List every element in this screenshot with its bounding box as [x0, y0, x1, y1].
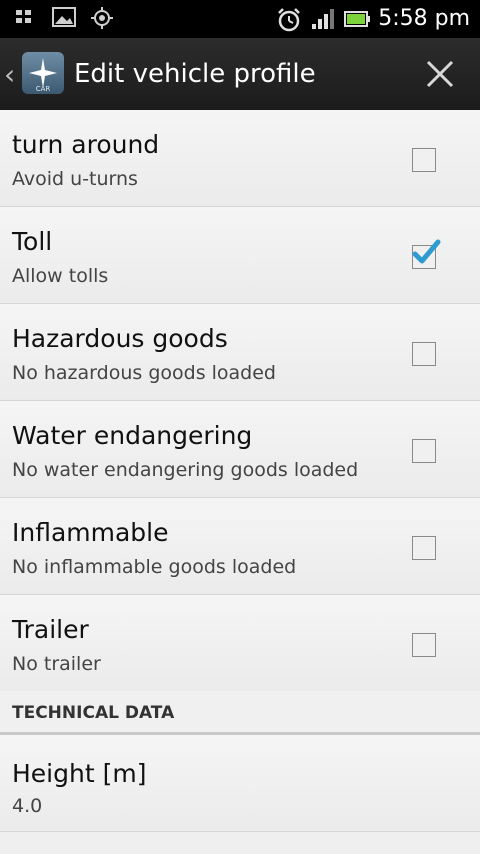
setting-subtitle: Allow tolls [12, 265, 109, 287]
action-bar: ‹ CAR Edit vehicle profile [0, 38, 480, 113]
status-bar: 5:58 pm [0, 0, 480, 38]
section-header-technical-data: TECHNICAL DATA [0, 691, 480, 735]
setting-subtitle: No inflammable goods loaded [12, 556, 297, 578]
status-bar-right: 5:58 pm [276, 4, 470, 34]
setting-row-inflammable[interactable]: Inflammable No inflammable goods loaded [0, 498, 480, 595]
setting-subtitle: No trailer [12, 653, 101, 675]
setting-title: Hazardous goods [12, 324, 228, 353]
checkmark-icon [412, 239, 441, 264]
setting-row-toll[interactable]: Toll Allow tolls [0, 207, 480, 304]
trailer-checkbox[interactable] [412, 633, 436, 657]
hazardous-goods-checkbox[interactable] [412, 342, 436, 366]
setting-title: Water endangering [12, 421, 253, 450]
page-title: Edit vehicle profile [74, 59, 316, 89]
section-label: TECHNICAL DATA [12, 703, 175, 723]
status-bar-left [14, 6, 114, 30]
setting-title: Inflammable [12, 518, 169, 547]
water-endangering-checkbox[interactable] [412, 439, 436, 463]
alarm-icon [276, 7, 301, 32]
close-icon [426, 60, 454, 88]
close-button[interactable] [420, 54, 460, 94]
grid-icon [14, 6, 38, 30]
turn-around-checkbox[interactable] [412, 148, 436, 172]
inflammable-checkbox[interactable] [412, 536, 436, 560]
setting-subtitle: Avoid u-turns [12, 168, 138, 190]
setting-subtitle: No water endangering goods loaded [12, 459, 359, 481]
setting-row-hazardous-goods[interactable]: Hazardous goods No hazardous goods loade… [0, 304, 480, 401]
setting-row-water-endangering[interactable]: Water endangering No water endangering g… [0, 401, 480, 498]
setting-row-trailer[interactable]: Trailer No trailer [0, 595, 480, 691]
setting-row-height[interactable]: Height [m] 4.0 [0, 735, 480, 832]
setting-title: Toll [12, 227, 53, 256]
back-chevron-icon[interactable]: ‹ [4, 58, 15, 91]
settings-list: turn around Avoid u-turns Toll Allow tol… [0, 110, 480, 832]
setting-title: Trailer [12, 615, 89, 644]
star-logo-icon: CAR [29, 58, 57, 93]
setting-title: Height [m] [12, 759, 147, 788]
signal-icon [310, 7, 335, 31]
setting-title: turn around [12, 130, 160, 159]
app-logo[interactable]: CAR [22, 52, 64, 94]
gps-icon [90, 6, 114, 30]
clock-time: 5:58 pm [378, 6, 470, 31]
image-icon [52, 6, 76, 30]
setting-row-turn-around[interactable]: turn around Avoid u-turns [0, 110, 480, 207]
setting-subtitle: No hazardous goods loaded [12, 362, 276, 384]
battery-icon [344, 7, 371, 31]
setting-value: 4.0 [12, 795, 43, 817]
logo-text: CAR [36, 85, 51, 93]
toll-checkbox[interactable] [412, 239, 441, 269]
